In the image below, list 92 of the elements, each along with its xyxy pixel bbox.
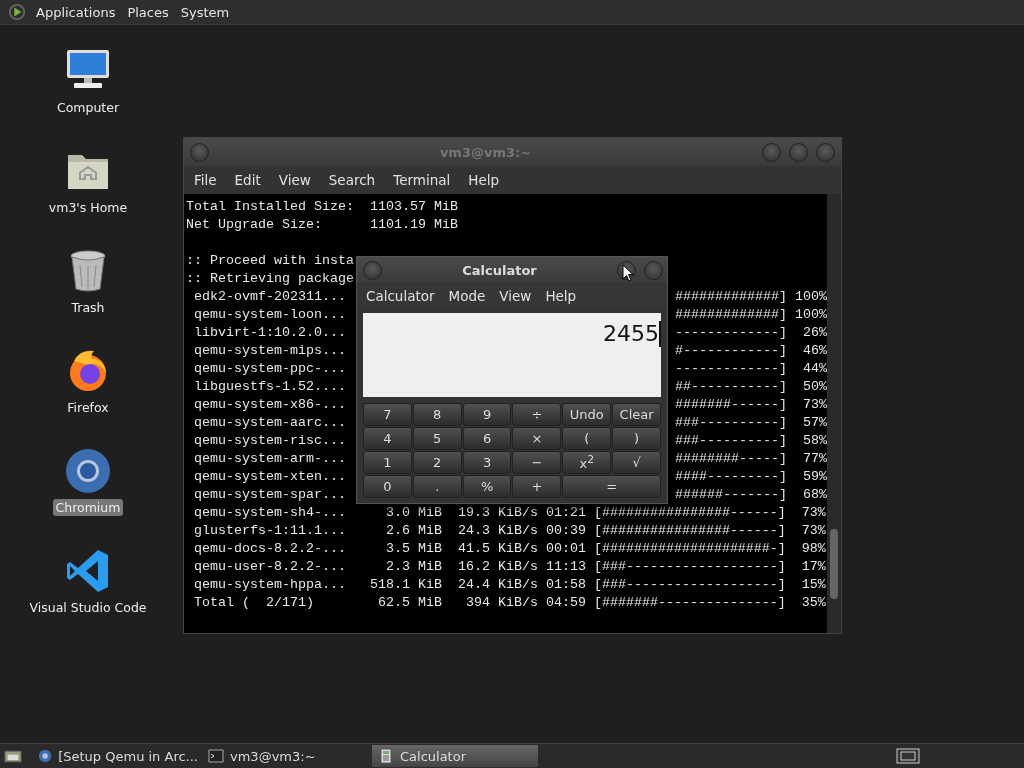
menu-item[interactable]: Edit [228, 170, 267, 190]
terminal-line: :: Retrieving package [186, 270, 354, 288]
calculator-key[interactable]: 0 [363, 475, 412, 498]
calculator-key[interactable]: % [462, 475, 512, 498]
calculator-key[interactable]: 7 [363, 403, 412, 426]
terminal-line: libguestfs-1.52.... [193, 378, 346, 396]
terminal-line: #------------] 46% [675, 342, 827, 360]
calculator-key[interactable]: ( [562, 427, 612, 450]
window-title: Calculator [461, 262, 538, 278]
terminal-line: qemu-system-spar... [193, 486, 346, 504]
panel-menu[interactable]: Applications [32, 2, 120, 22]
display-field[interactable]: 2455 [363, 313, 661, 397]
terminal-line: :: Proceed with insta [186, 252, 354, 270]
terminal-line: qemu-system-ppc-... [193, 360, 346, 378]
terminal-line: #############] 100% [675, 306, 827, 324]
terminal-line: glusterfs-1:11.1... 2.6 MiB 24.3 KiB/s 00:39 [################------] 73% [193, 522, 826, 540]
terminal-line: qemu-system-hppa... 518.1 KiB 24.4 KiB/s 01:58 [###-------------------] 15% [193, 576, 826, 594]
calculator-key[interactable]: Undo [562, 403, 612, 426]
show-desktop-icon[interactable] [4, 748, 22, 764]
calculator-key[interactable]: ÷ [512, 403, 562, 426]
terminal-line: qemu-system-sh4-... 3.0 MiB 19.3 KiB/s 01:21 [################------] 73% [193, 504, 826, 522]
calculator-key[interactable]: . [412, 475, 462, 498]
menu-item[interactable]: Mode [442, 286, 492, 306]
taskbar-button[interactable]: Calculator [372, 745, 538, 767]
calculator-key[interactable]: 6 [462, 427, 512, 450]
terminal-line: ##-----------] 50% [675, 378, 827, 396]
terminal-line: qemu-system-mips... [193, 342, 346, 360]
browser-icon [38, 748, 53, 764]
terminal-line: qemu-system-arm-... [193, 450, 346, 468]
desktop-icon-label[interactable]: Firefox [64, 399, 112, 416]
scrollbar[interactable] [827, 194, 841, 633]
calculator-icon [378, 748, 394, 764]
calculator-key[interactable]: x$^{2}$ [562, 451, 612, 474]
terminal-line: ######-------] 68% [675, 486, 827, 504]
terminal-line: qemu-system-x86-... [193, 396, 346, 414]
calculator-key[interactable]: 8 [412, 403, 462, 426]
calculator-key[interactable]: − [512, 451, 562, 474]
panel-menu[interactable]: System [176, 2, 234, 22]
terminal-line: ###----------] 57% [675, 414, 827, 432]
terminal-line: qemu-system-aarc... [193, 414, 346, 432]
terminal-line: -------------] 26% [675, 324, 827, 342]
terminal-line: qemu-system-xten... [193, 468, 346, 486]
calculator-key[interactable]: 4 [363, 427, 412, 450]
display-value: 2455 [603, 321, 659, 346]
calculator-key[interactable]: × [512, 427, 562, 450]
calculator-key[interactable]: ) [612, 427, 661, 450]
menu-item[interactable]: Calculator [360, 286, 441, 306]
calculator-key[interactable]: 9 [462, 403, 512, 426]
menu-item[interactable]: File [188, 170, 223, 190]
taskbar-button[interactable]: [Setup Qemu in Arc... [32, 745, 198, 767]
terminal-line: #############] 100% [675, 288, 827, 306]
menu-item[interactable]: View [272, 170, 317, 190]
terminal-line: qemu-docs-8.2.2-... 3.5 MiB 41.5 KiB/s 00:01 [#####################-] 98% [193, 540, 826, 558]
terminal-line: ####---------] 59% [675, 468, 827, 486]
terminal-line: ###----------] 58% [675, 432, 827, 450]
terminal-line: Total ( 2/171) 62.5 MiB 394 KiB/s 04:59 [#######---------------] 35% [193, 594, 826, 612]
window-title: vm3@vm3:~ [438, 144, 533, 160]
pointer-icon [622, 264, 634, 282]
calculator-key[interactable]: 5 [412, 427, 462, 450]
terminal-line: -------------] 44% [675, 360, 827, 378]
calculator-key[interactable]: √ [612, 451, 661, 474]
menu-item[interactable]: View [493, 286, 538, 306]
terminal-line: edk2-ovmf-202311... [193, 288, 346, 306]
calculator-key[interactable]: 3 [462, 451, 512, 474]
terminal-line: qemu-user-8.2.2-... 2.3 MiB 16.2 KiB/s 11:13 [###-------------------] 17% [193, 558, 826, 576]
desktop-icon-label[interactable]: Visual Studio Code [26, 599, 150, 616]
workspace-switcher-icon[interactable] [896, 748, 920, 764]
calculator-key[interactable]: 1 [363, 451, 412, 474]
taskbar-button[interactable]: vm3@vm3:~ [202, 745, 368, 767]
terminal-line: qemu-system-loon... [193, 306, 346, 324]
menu-item[interactable]: Help [539, 286, 583, 306]
calculator-key[interactable]: 2 [412, 451, 462, 474]
terminal-line: #######------] 73% [675, 396, 827, 414]
panel-menu[interactable]: Places [123, 2, 173, 22]
menu-item[interactable]: Help [462, 170, 506, 190]
terminal-line: Net Upgrade Size: 1101.19 MiB [186, 216, 458, 234]
terminal-line: Total Installed Size: 1103.57 MiB [186, 198, 458, 216]
desktop-icon-label[interactable]: Computer [53, 99, 123, 116]
desktop-icon-label[interactable]: Trash [68, 299, 108, 316]
calculator-key[interactable]: = [562, 475, 661, 498]
browser-icon[interactable] [64, 447, 112, 495]
menu-item[interactable]: Terminal [387, 170, 457, 190]
terminal-line: libvirt-1:10.2.0... [193, 324, 346, 342]
calculator-key[interactable]: Clear [612, 403, 661, 426]
menu-item[interactable]: Search [322, 170, 382, 190]
desktop-icon-label[interactable]: vm3's Home [45, 199, 131, 216]
desktop-icon-label[interactable]: Chromium [52, 499, 124, 516]
terminal-line: qemu-system-risc... [193, 432, 346, 450]
calculator-key[interactable]: + [512, 475, 562, 498]
menu-logo-icon[interactable] [8, 3, 26, 21]
terminal-line: ########-----] 77% [675, 450, 827, 468]
terminal-icon [208, 748, 224, 764]
